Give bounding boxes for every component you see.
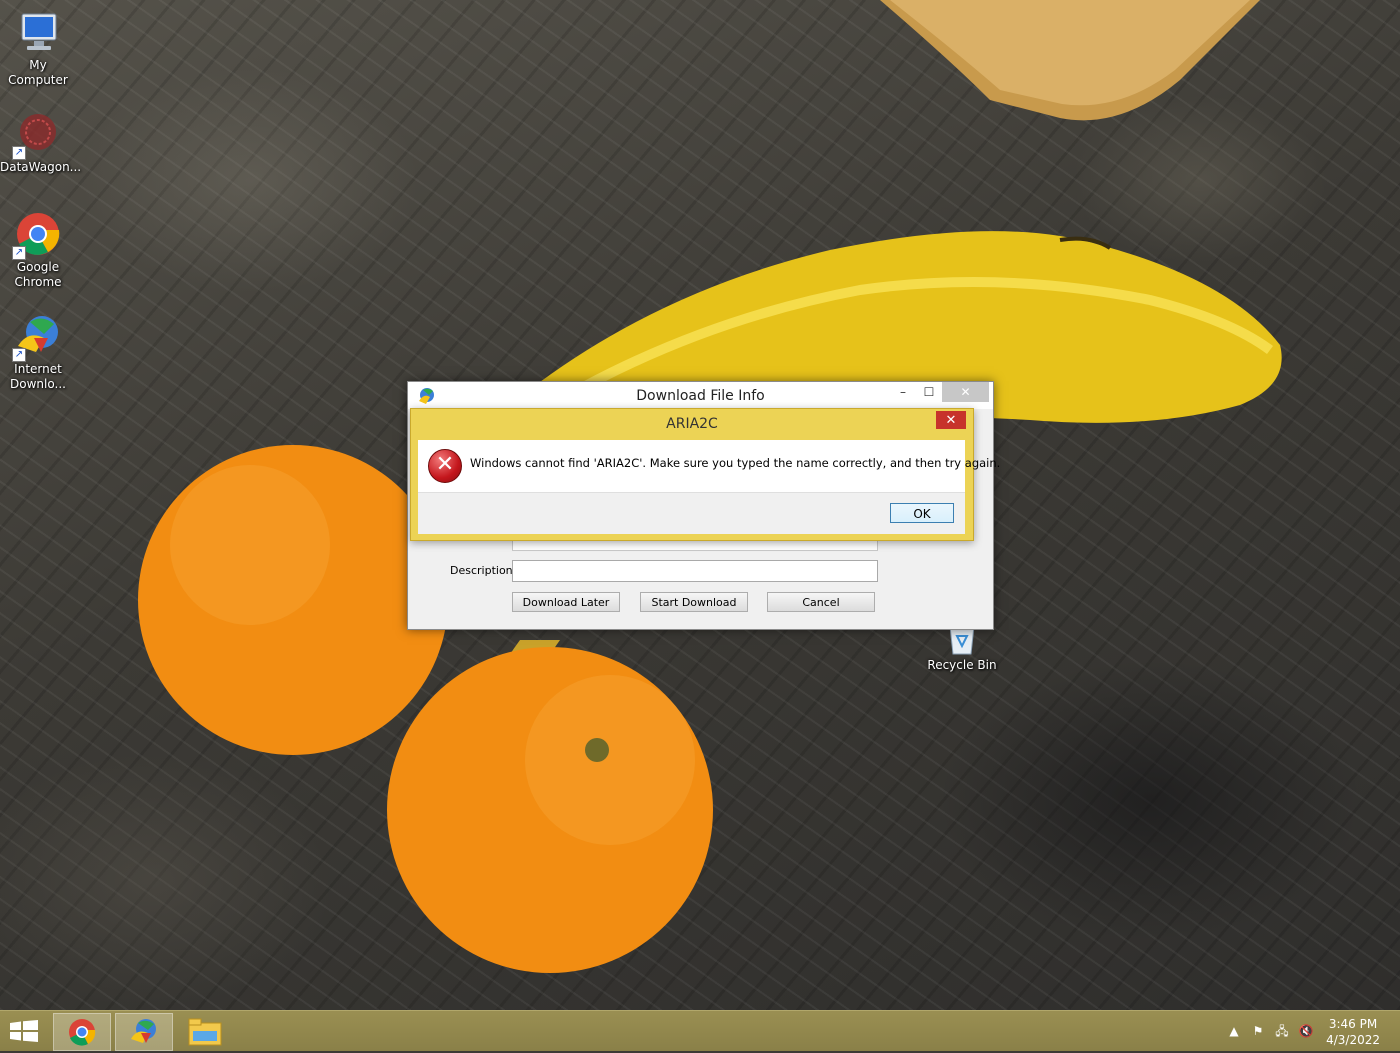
taskbar-idm-button[interactable]	[115, 1013, 173, 1051]
taskbar-file-explorer-button[interactable]	[177, 1013, 233, 1049]
shortcut-arrow-icon: ↗	[12, 146, 26, 160]
error-message: Windows cannot find 'ARIA2C'. Make sure …	[470, 456, 1001, 470]
my-computer-icon	[14, 8, 62, 56]
start-download-button[interactable]: Start Download	[640, 592, 748, 612]
network-icon[interactable]: 🖧	[1274, 1023, 1290, 1039]
description-field[interactable]	[512, 560, 878, 582]
cancel-button[interactable]: Cancel	[767, 592, 875, 612]
desktop-icon-my-computer[interactable]: My Computer	[0, 8, 76, 88]
clock[interactable]: 3:46 PM 4/3/2022	[1326, 1016, 1380, 1048]
start-button[interactable]	[10, 1020, 38, 1045]
chrome-icon: ↗	[12, 210, 62, 260]
shortcut-arrow-icon: ↗	[12, 348, 26, 362]
dialog-footer: OK	[418, 492, 965, 534]
file-explorer-icon	[188, 1018, 222, 1046]
dialog-title: ARIA2C	[666, 416, 718, 432]
maximize-button[interactable]: ☐	[916, 382, 942, 402]
desktop-icon-google-chrome[interactable]: ↗ Google Chrome	[0, 210, 76, 290]
orange-right-highlight	[525, 675, 695, 845]
taskbar-chrome-button[interactable]	[53, 1013, 111, 1051]
download-later-button[interactable]: Download Later	[512, 592, 620, 612]
show-hidden-icons-chevron-icon[interactable]: ▲	[1226, 1023, 1242, 1039]
clock-time: 3:46 PM	[1328, 1017, 1378, 1031]
desktop-icon-datawagon[interactable]: ↗ DataWagon...	[0, 110, 82, 175]
chrome-icon	[69, 1019, 96, 1046]
desktop-icon-label: DataWagon...	[0, 160, 82, 174]
dialog-close-button[interactable]: ✕	[936, 411, 966, 429]
orange-stem	[585, 738, 609, 762]
ok-button[interactable]: OK	[890, 503, 954, 523]
dialog-content: ✕ Windows cannot find 'ARIA2C'. Make sur…	[418, 440, 1000, 492]
orange-left-highlight	[170, 465, 330, 625]
taskbar: ▲ ⚑ 🖧 🔇 3:46 PM 4/3/2022	[0, 1010, 1400, 1051]
desktop-icon-label: Google Chrome	[14, 260, 62, 289]
shortcut-arrow-icon: ↗	[12, 246, 26, 260]
desktop-icon-label: Recycle Bin	[927, 658, 997, 672]
minimize-button[interactable]: –	[890, 382, 916, 402]
datawagon-icon: ↗	[12, 110, 62, 160]
clock-date: 4/3/2022	[1326, 1033, 1380, 1047]
desktop-icon-internet-download-manager[interactable]: ↗ Internet Downlo...	[0, 312, 76, 392]
volume-muted-icon[interactable]: 🔇	[1298, 1023, 1314, 1039]
error-dialog: ARIA2C ✕ ✕ Windows cannot find 'ARIA2C'.…	[410, 408, 1000, 541]
windows-logo-icon	[10, 1020, 38, 1042]
desktop-icon-label: My Computer	[8, 58, 68, 87]
action-center-flag-icon[interactable]: ⚑	[1250, 1023, 1266, 1039]
idm-icon	[131, 1019, 156, 1043]
error-icon: ✕	[428, 449, 462, 483]
close-button[interactable]: ✕	[942, 382, 989, 402]
idm-icon: ↗	[12, 312, 62, 362]
description-label: Description	[450, 564, 513, 577]
window-titlebar[interactable]: Download File Info – ☐ ✕	[408, 382, 993, 409]
desktop-icon-label: Internet Downlo...	[10, 362, 66, 391]
